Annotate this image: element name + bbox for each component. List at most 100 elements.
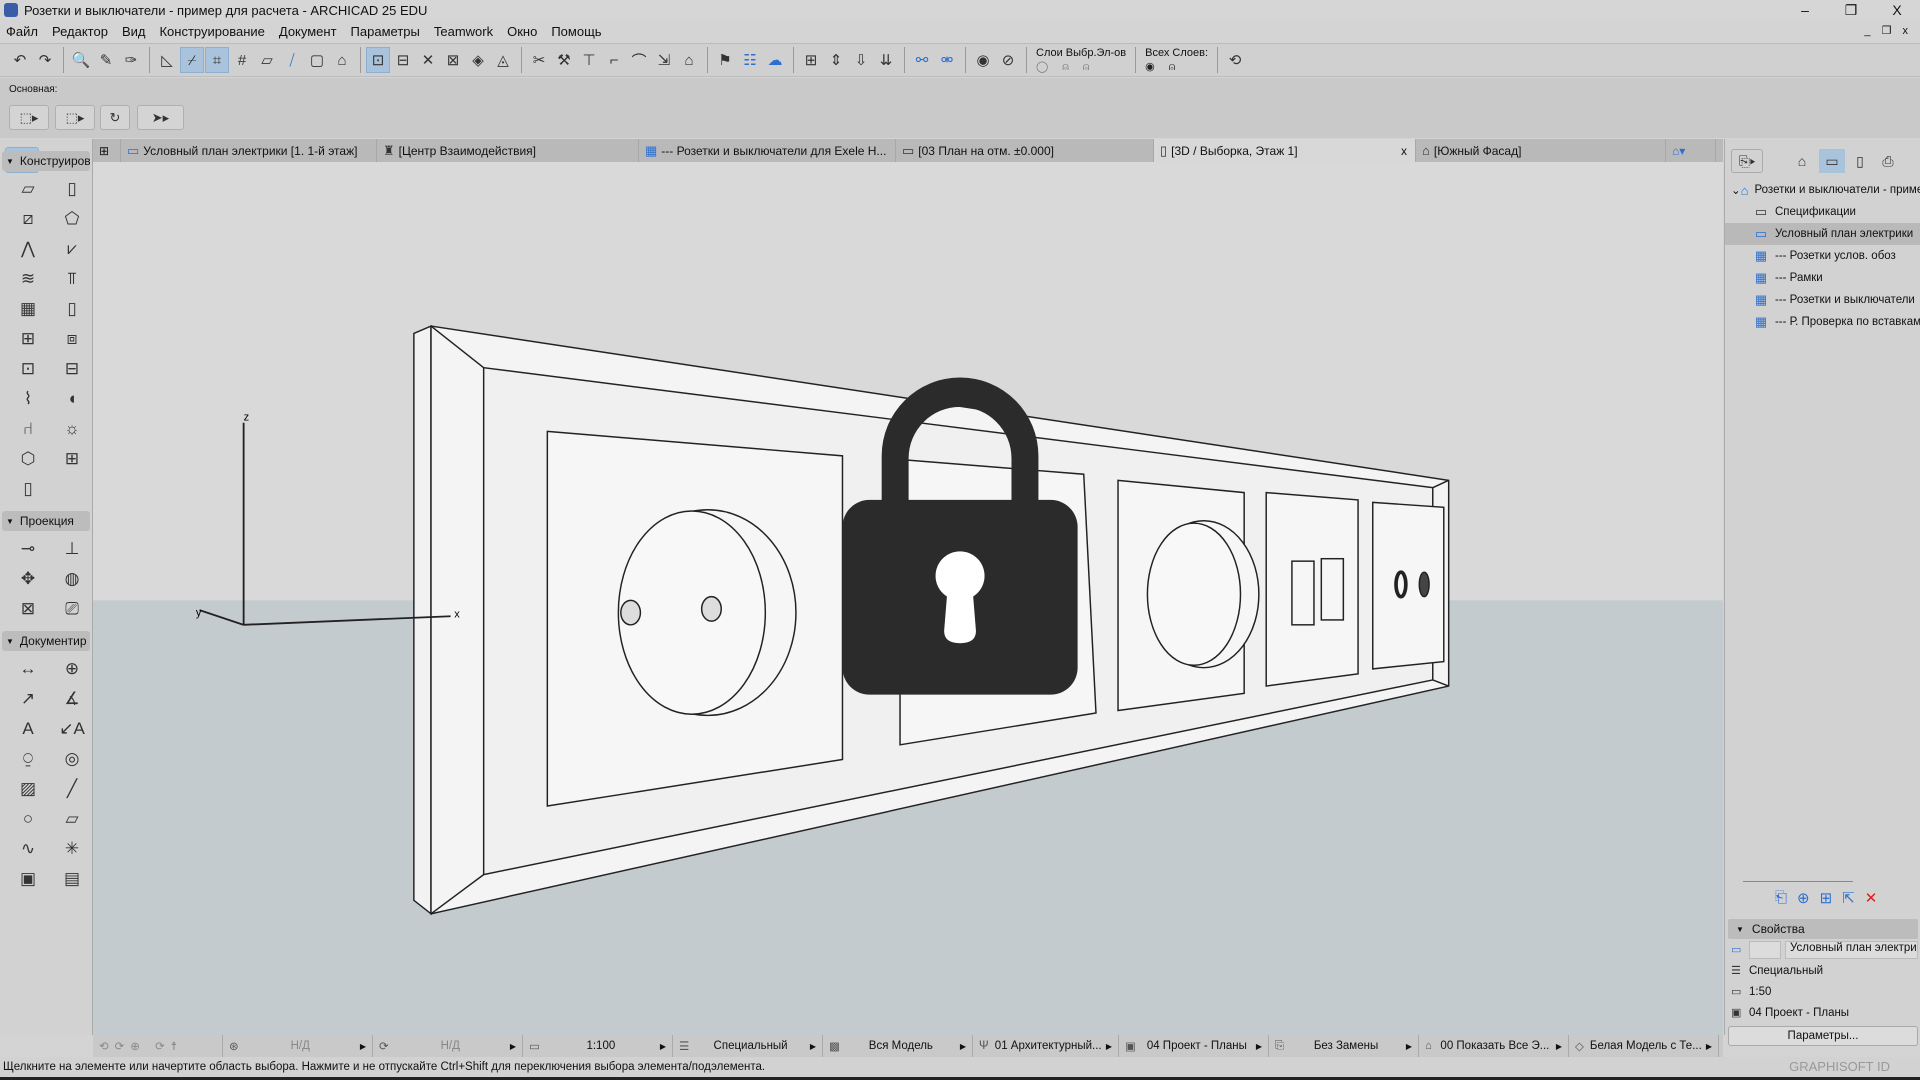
- arrow-tool-button[interactable]: ➤▸: [137, 105, 184, 130]
- tool-spot-icon[interactable]: ⍜: [6, 744, 50, 774]
- tool-text-icon[interactable]: A: [6, 714, 50, 744]
- roof-icon[interactable]: ⌂: [677, 47, 701, 73]
- redo-view-icon[interactable]: ⟲: [1223, 47, 1247, 73]
- trace-icon[interactable]: ⧸: [280, 47, 304, 73]
- tool-camera-icon[interactable]: ⎚: [50, 594, 94, 624]
- tool-label-icon[interactable]: ↙A: [50, 714, 94, 744]
- cross-icon[interactable]: ✕: [416, 47, 440, 73]
- section-icon[interactable]: ⇕: [824, 47, 848, 73]
- tool-polyline-icon[interactable]: ▱: [50, 804, 94, 834]
- all-layers-controls[interactable]: ◉⍝: [1145, 60, 1208, 74]
- resize-icon[interactable]: ⇲: [652, 47, 676, 73]
- tool-elevation-icon[interactable]: ⊥: [50, 534, 94, 564]
- selected-layers-controls[interactable]: ◯⍝⍝: [1036, 60, 1126, 74]
- tool-detail-icon[interactable]: ⊠: [6, 594, 50, 624]
- tool-section-icon[interactable]: ⊸: [6, 534, 50, 564]
- tool-circle-icon[interactable]: ○: [6, 804, 50, 834]
- delete-icon[interactable]: ✕: [1865, 889, 1878, 907]
- document-window-controls[interactable]: _ ❐ x: [1864, 24, 1912, 37]
- cloud-icon[interactable]: ☁: [763, 47, 787, 73]
- tool-morph-icon[interactable]: ◖: [50, 384, 94, 414]
- dropdown-arrow-icon[interactable]: ▶: [360, 1042, 366, 1051]
- cone-icon[interactable]: ◬: [491, 47, 515, 73]
- navigator-item[interactable]: ▦ --- Р. Проверка по вставкам: [1725, 311, 1920, 333]
- tool-radial-dimension-icon[interactable]: ↗: [6, 684, 50, 714]
- tool-line-icon[interactable]: ╱: [50, 774, 94, 804]
- menu-item-4[interactable]: Документ: [279, 24, 337, 39]
- status-penset[interactable]: ▣ 04 Проект - Планы ▶: [1119, 1035, 1269, 1057]
- tool-zone-icon[interactable]: ⬡: [6, 444, 50, 474]
- tab-2[interactable]: ▦ --- Розетки и выключатели для Exele H..…: [639, 139, 896, 162]
- status-model[interactable]: ▩ Вся Модель ▶: [823, 1035, 973, 1057]
- menu-item-8[interactable]: Помощь: [551, 24, 601, 39]
- navigator-options-button[interactable]: ⎘▸: [1731, 149, 1763, 173]
- tool-mesh-icon[interactable]: ⌇: [6, 384, 50, 414]
- menu-item-3[interactable]: Конструирование: [159, 24, 264, 39]
- tool-drawing-icon[interactable]: ▤: [50, 864, 94, 894]
- scissors-icon[interactable]: ✂: [527, 47, 551, 73]
- navigator-item[interactable]: ▦ --- Розетки услов. обоз: [1725, 245, 1920, 267]
- menu-item-1[interactable]: Редактор: [52, 24, 108, 39]
- menu-item-7[interactable]: Окно: [507, 24, 537, 39]
- tool-beam-icon[interactable]: ⧄: [6, 204, 50, 234]
- navigator-item[interactable]: ▭ Условный план электрики: [1725, 223, 1920, 245]
- tool-level-dimension-icon[interactable]: ⊕: [50, 654, 94, 684]
- tool-worksheet-icon[interactable]: ◍: [50, 564, 94, 594]
- tab-0[interactable]: ▭ Условный план электрики [1. 1-й этаж]: [121, 139, 377, 162]
- snap-guide-icon[interactable]: ⌿: [180, 47, 204, 73]
- dropdown-arrow-icon[interactable]: ▶: [1256, 1042, 1262, 1051]
- tool-figure-icon[interactable]: ▣: [6, 864, 50, 894]
- status-renovation[interactable]: ⌂ 00 Показать Все Э... ▶: [1419, 1035, 1569, 1057]
- tool-skylight-icon[interactable]: ⧈: [50, 324, 94, 354]
- tool-curtain-wall-icon[interactable]: ▦: [6, 294, 50, 324]
- dropdown-arrow-icon[interactable]: ▶: [960, 1042, 966, 1051]
- 3d-viewport[interactable]: z x y: [93, 162, 1723, 1035]
- minimize-button[interactable]: –: [1782, 0, 1828, 20]
- status-scale[interactable]: ▭ 1:100 ▶: [523, 1035, 673, 1057]
- view-name-field[interactable]: Условный план электри: [1785, 940, 1918, 959]
- tab-overview-button[interactable]: ⊞: [93, 139, 121, 162]
- selection-method-button[interactable]: ⬚▸: [9, 105, 49, 130]
- rotate-selection-button[interactable]: ↻: [100, 105, 130, 130]
- curve-icon[interactable]: ⌒: [627, 47, 651, 73]
- tool-stair-icon[interactable]: ≋: [6, 264, 50, 294]
- coordinate-icon[interactable]: ⌗: [205, 47, 229, 73]
- navigation-controls[interactable]: ⟲⟳⊕ ⟳☨: [93, 1035, 223, 1057]
- toolbox-group-0[interactable]: ▼ Конструиров: [2, 151, 90, 171]
- tool-curtain-panel-icon[interactable]: ⊞: [50, 444, 94, 474]
- status-rotate[interactable]: ⟳ Н/Д ▶: [373, 1035, 523, 1057]
- status-zoom[interactable]: ⊛ Н/Д ▶: [223, 1035, 373, 1057]
- lock-icon[interactable]: ⌂: [330, 47, 354, 73]
- status-override[interactable]: ⎘ Без Замены ▶: [1269, 1035, 1419, 1057]
- move-icon[interactable]: ⇱: [1842, 889, 1855, 907]
- view-options-button[interactable]: ⌂▾: [1666, 139, 1716, 162]
- redo-icon[interactable]: ↷: [33, 47, 57, 73]
- pick-up-icon[interactable]: ✎: [94, 47, 118, 73]
- view-map-button[interactable]: ▭: [1819, 149, 1845, 173]
- menu-item-0[interactable]: Файл: [6, 24, 38, 39]
- properties-header[interactable]: ▼ Свойства: [1728, 919, 1918, 939]
- link-icon[interactable]: ⚯: [910, 47, 934, 73]
- floor-icon[interactable]: ⊞: [799, 47, 823, 73]
- toolbox-group-2[interactable]: ▼ Документир: [2, 631, 90, 651]
- dropdown-arrow-icon[interactable]: ▶: [810, 1042, 816, 1051]
- tool-interior-elevation-icon[interactable]: ✥: [6, 564, 50, 594]
- tab-close-button[interactable]: x: [1401, 144, 1407, 158]
- navigator-item[interactable]: ▭ Спецификации: [1725, 201, 1920, 223]
- dropdown-arrow-icon[interactable]: ▶: [1706, 1042, 1712, 1051]
- restore-button[interactable]: ❐: [1828, 0, 1874, 20]
- project-map-button[interactable]: ⌂: [1789, 149, 1815, 173]
- unlink-icon[interactable]: ⚮: [935, 47, 959, 73]
- publisher-button[interactable]: ⎙: [1875, 149, 1901, 173]
- dropdown-arrow-icon[interactable]: ▶: [510, 1042, 516, 1051]
- tool-roof-icon[interactable]: ⋀: [6, 234, 50, 264]
- new-view-icon[interactable]: ⎗: [1775, 889, 1787, 907]
- navigator-item[interactable]: ▦ --- Рамки: [1725, 267, 1920, 289]
- marquee-button[interactable]: ⬚▸: [55, 105, 95, 130]
- layer-icon[interactable]: ▢: [305, 47, 329, 73]
- clone-icon[interactable]: ⊕: [1797, 889, 1810, 907]
- ruler-icon[interactable]: ⊟: [391, 47, 415, 73]
- settings-button[interactable]: Параметры...: [1728, 1026, 1918, 1046]
- dropdown-arrow-icon[interactable]: ▶: [660, 1042, 666, 1051]
- tool-column-icon[interactable]: ▯: [50, 174, 94, 204]
